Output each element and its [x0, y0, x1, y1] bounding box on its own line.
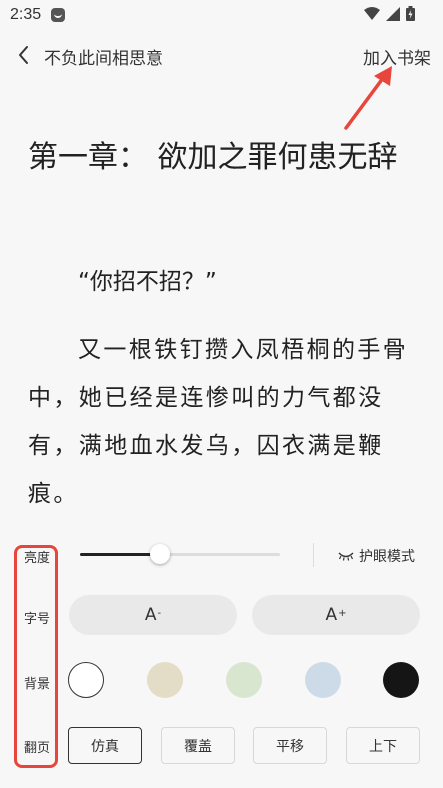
background-swatch-white[interactable]	[68, 662, 104, 698]
status-bar: 2:35	[0, 0, 443, 30]
font-decrease-sign: -	[157, 607, 162, 619]
brightness-slider[interactable]	[80, 544, 280, 564]
font-increase-sign: +	[338, 607, 347, 619]
background-swatch-green[interactable]	[226, 662, 262, 698]
brightness-slider-fill	[80, 553, 160, 556]
paragraph: “你招不招？”	[78, 269, 217, 295]
background-label: 背景	[24, 677, 51, 692]
font-increase-text: A	[325, 605, 338, 625]
page-mode-slide-button[interactable]: 平移	[253, 727, 327, 764]
background-swatch-black[interactable]	[383, 662, 419, 698]
brightness-slider-handle[interactable]	[150, 544, 170, 564]
page-mode-simulate-button[interactable]: 仿真	[68, 727, 142, 764]
book-title: 不负此间相思意	[44, 49, 163, 69]
eye-closed-icon	[338, 552, 354, 561]
font-decrease-text: A	[144, 605, 157, 625]
font-size-label: 字号	[24, 612, 51, 627]
status-time: 2:35	[10, 6, 42, 23]
eye-protection-toggle[interactable]: 护眼模式	[338, 546, 415, 566]
status-indicators	[364, 6, 415, 21]
page-mode-scroll-button[interactable]: 上下	[346, 727, 420, 764]
background-swatch-blue[interactable]	[305, 662, 341, 698]
app-notification-icon	[51, 8, 66, 22]
paragraph: 又一根铁钉攒入凤梧桐的手骨中，她已经是连惨叫的力气都没有，满地血水发乌，囚衣满是…	[28, 337, 409, 507]
divider	[313, 543, 314, 567]
annotation-highlight-box	[14, 545, 58, 768]
eye-mode-label: 护眼模式	[359, 549, 415, 565]
page-turn-label: 翻页	[24, 741, 51, 756]
back-button[interactable]	[12, 42, 36, 68]
font-decrease-button[interactable]: A-	[69, 595, 237, 635]
chapter-title: 第一章： 欲加之罪何患无辞	[28, 140, 398, 175]
annotation-arrow	[344, 66, 392, 130]
signal-icon	[386, 6, 400, 21]
battery-icon	[406, 6, 415, 21]
chevron-left-icon	[19, 46, 28, 64]
background-swatch-beige[interactable]	[147, 662, 183, 698]
page-mode-cover-button[interactable]: 覆盖	[161, 727, 235, 764]
brightness-label: 亮度	[24, 551, 51, 566]
wifi-icon	[364, 6, 380, 20]
font-increase-button[interactable]: A +	[252, 595, 420, 635]
reader-settings-panel: 亮度 护眼模式 字号 A- A + 背景 翻页 仿真 覆盖 平移 上下	[0, 535, 443, 788]
